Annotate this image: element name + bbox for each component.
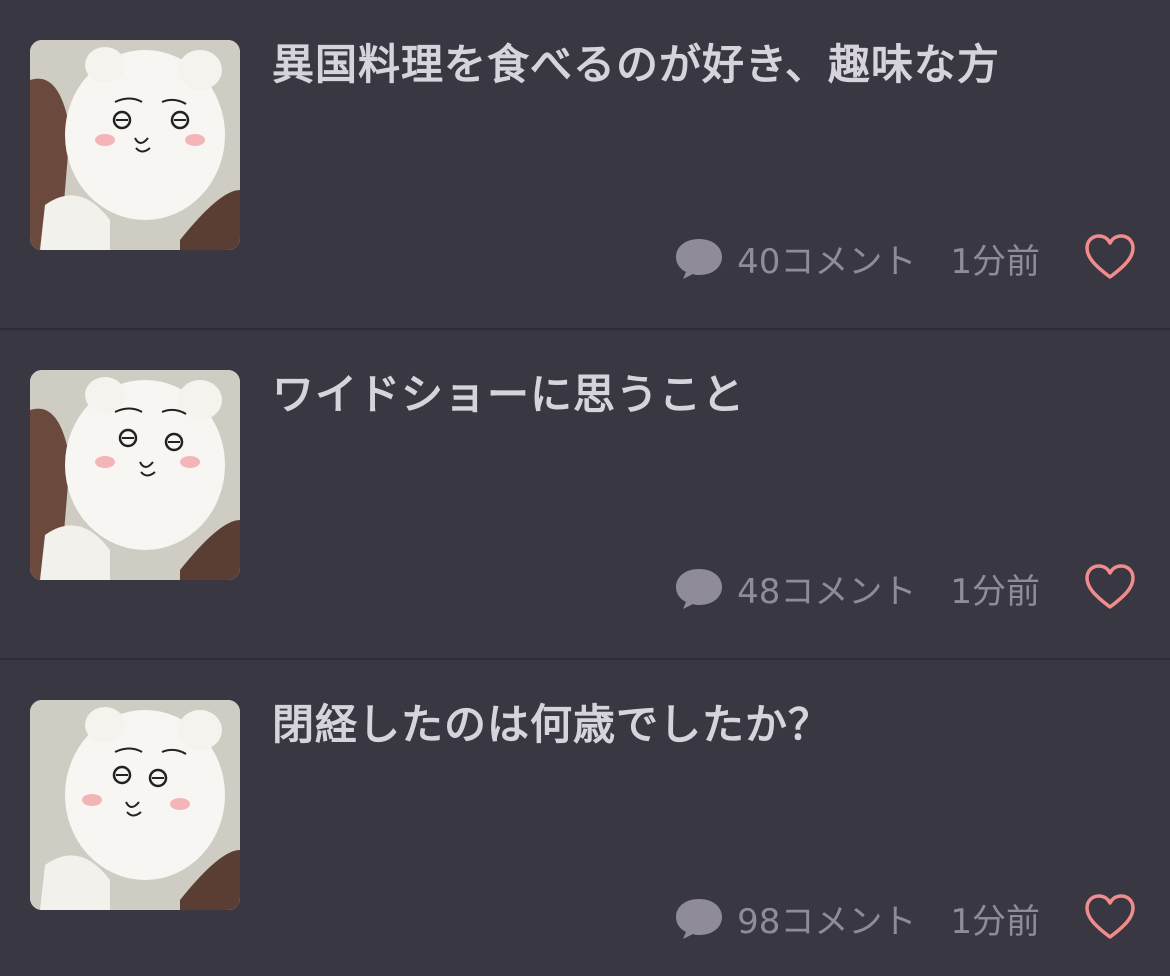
topic-thumbnail	[30, 40, 240, 250]
topic-meta: 48コメント 1分前	[673, 563, 1040, 613]
speech-bubble-icon	[673, 235, 725, 281]
post-time: 1分前	[950, 901, 1040, 942]
heart-outline-icon[interactable]	[1084, 892, 1136, 942]
comment-count: 40コメント	[737, 241, 917, 282]
speech-bubble-icon	[673, 895, 725, 941]
comment-count: 98コメント	[737, 901, 917, 942]
topic-title[interactable]: 閉経したのは何歳でしたか？	[272, 698, 1132, 752]
topic-meta: 40コメント 1分前	[673, 233, 1040, 283]
heart-outline-icon[interactable]	[1084, 562, 1136, 612]
post-time: 1分前	[950, 241, 1040, 282]
topic-item[interactable]: ワイドショーに思うこと 48コメント 1分前	[0, 330, 1170, 660]
topic-thumbnail	[30, 370, 240, 580]
comment-count: 48コメント	[737, 571, 917, 612]
topic-item[interactable]: 閉経したのは何歳でしたか？ 98コメント 1分前	[0, 660, 1170, 976]
topic-item[interactable]: 異国料理を食べるのが好き、趣味な方 40コメント 1分前	[0, 0, 1170, 330]
speech-bubble-icon	[673, 565, 725, 611]
post-time: 1分前	[950, 571, 1040, 612]
topic-thumbnail	[30, 700, 240, 910]
topic-feed: 異国料理を食べるのが好き、趣味な方 40コメント 1分前 ワイドショーに思うこと…	[0, 0, 1170, 976]
heart-outline-icon[interactable]	[1084, 232, 1136, 282]
topic-title[interactable]: 異国料理を食べるのが好き、趣味な方	[272, 38, 1132, 92]
topic-title[interactable]: ワイドショーに思うこと	[272, 368, 1132, 422]
topic-meta: 98コメント 1分前	[673, 893, 1040, 943]
